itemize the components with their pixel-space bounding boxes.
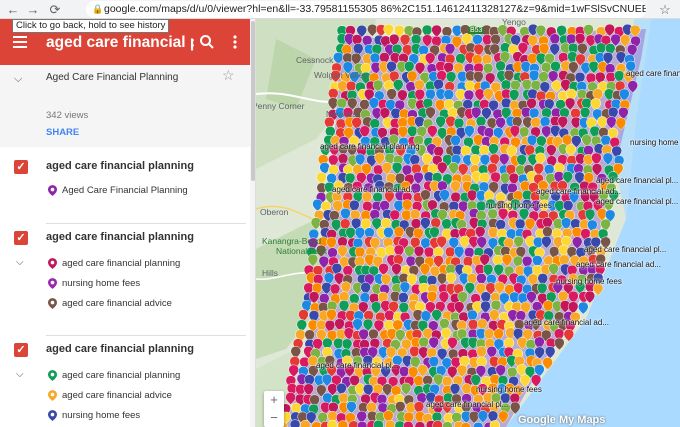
zoom-control: + − [264, 391, 284, 427]
legend-item-label: nursing home fees [62, 410, 141, 421]
map-pin-icon [48, 185, 57, 196]
map-marker[interactable] [300, 420, 311, 427]
hamburger-menu-icon[interactable] [12, 33, 30, 51]
legend-item-label: aged care financial advice [62, 298, 172, 309]
legend-sidebar: aged care financial planning ⌵ Aged Care… [0, 19, 256, 427]
map-title: aged care financial planning [46, 34, 194, 51]
marker-label: aged care financial pl... [316, 361, 399, 370]
browser-toolbar: ← → ⟳ 🔒 google.com/maps/d/u/0/viewer?hl=… [0, 0, 680, 19]
marker-label: aged care financial pl... [596, 197, 679, 206]
zoom-in-button[interactable]: + [264, 391, 284, 409]
marker-label: aged care financial ad... [524, 318, 609, 327]
map-marker[interactable] [385, 419, 396, 427]
marker-label: aged care financial pl... [596, 176, 679, 185]
marker-label: nursing home fees [476, 385, 542, 394]
layer-title: aged care financial planning [46, 343, 194, 355]
divider [46, 223, 246, 224]
place-label: Oberon [260, 207, 289, 217]
map-marker[interactable] [337, 420, 349, 427]
lock-icon: 🔒 [92, 4, 104, 14]
marker-label: nursing home fees [630, 138, 680, 147]
legend-item-label: aged care financial planning [62, 258, 181, 269]
map-marker[interactable] [311, 421, 322, 427]
address-bar[interactable]: 🔒 google.com/maps/d/u/0/viewer?hl=en&ll=… [86, 1, 646, 18]
map-marker[interactable] [432, 420, 443, 427]
back-button[interactable]: ← [4, 1, 22, 18]
map-canvas[interactable]: Cessnock Wolgan Valley Newnes Penny Corn… [256, 19, 680, 427]
map-pin-icon [48, 258, 57, 269]
marker-label: nursing home fees [556, 277, 622, 286]
place-label: Newnes [326, 109, 357, 119]
marker-label: nursing home fees [486, 201, 552, 210]
place-label: National Park [276, 246, 328, 256]
map-marker[interactable] [414, 421, 426, 427]
map-pin-icon [48, 390, 57, 401]
map-pin-icon [48, 298, 57, 309]
place-label: Hills [262, 268, 279, 278]
more-vert-icon[interactable] [226, 33, 244, 51]
map-marker[interactable] [489, 420, 501, 427]
map-marker[interactable] [472, 421, 484, 427]
google-my-maps-logo: Google My Maps [518, 414, 606, 426]
layer-title: aged care financial planning [46, 160, 194, 172]
map-pin-icon [48, 278, 57, 289]
chevron-down-icon[interactable]: ⌵ [16, 369, 24, 380]
layer-checkbox[interactable]: ✓ [14, 231, 28, 245]
marker-label: aged care financial pl... [584, 245, 667, 254]
place-label: Kanangra-Boyd [262, 236, 322, 246]
marker-label: aged care financial planning [320, 142, 420, 151]
star-icon[interactable]: ☆ [222, 67, 235, 84]
map-marker[interactable] [289, 419, 301, 427]
place-label: Yengo [502, 19, 526, 27]
marker-label: aged care financial pl... [626, 69, 680, 78]
marker-label: aged care financial ad... [536, 187, 621, 196]
map-marker[interactable] [442, 421, 453, 427]
view-count: 342 views [46, 110, 89, 121]
url-text: google.com/maps/d/u/0/viewer?hl=en&ll=-3… [104, 3, 646, 15]
marker-label: aged care financial ad... [576, 260, 661, 269]
marker-label: aged care financial ad... [332, 185, 417, 194]
marker-label: aged care financial pl... [426, 400, 509, 409]
place-label: Wolgan Valley [314, 70, 368, 80]
map-marker[interactable] [327, 419, 338, 427]
place-label: Cessnock [296, 55, 334, 65]
legend-item-label: nursing home fees [62, 278, 141, 289]
legend-item-label: aged care financial planning [62, 370, 181, 381]
legend-item-label: Aged Care Financial Planning [62, 185, 188, 196]
zoom-out-button[interactable]: − [264, 409, 284, 427]
search-icon[interactable] [198, 33, 216, 51]
bookmark-star-icon[interactable]: ☆ [656, 1, 674, 18]
chevron-down-icon[interactable]: ⌵ [14, 73, 22, 86]
road-shield: B53 [468, 27, 485, 34]
scrollbar-thumb[interactable] [251, 21, 255, 181]
divider [46, 335, 246, 336]
layer-checkbox[interactable]: ✓ [14, 343, 28, 357]
map-pin-icon [48, 410, 57, 421]
map-info-panel: ⌵ Aged Care Financial Planning ☆ 342 vie… [0, 65, 250, 147]
map-marker[interactable] [373, 419, 384, 427]
chevron-down-icon[interactable]: ⌵ [16, 257, 24, 268]
back-tooltip: Click to go back, hold to see history [12, 19, 170, 33]
map-marker[interactable] [403, 421, 414, 427]
place-label: Penny Corner [256, 101, 305, 111]
forward-button[interactable]: → [24, 1, 42, 18]
layer-checkbox[interactable]: ✓ [14, 160, 28, 174]
share-button[interactable]: SHARE [46, 127, 79, 138]
layer-title: aged care financial planning [46, 231, 194, 243]
map-pin-icon [48, 370, 57, 381]
legend-item-label: aged care financial advice [62, 390, 172, 401]
reload-button[interactable]: ⟳ [46, 1, 64, 18]
map-description-title: Aged Care Financial Planning [46, 72, 179, 83]
map-marker[interactable] [356, 421, 368, 427]
